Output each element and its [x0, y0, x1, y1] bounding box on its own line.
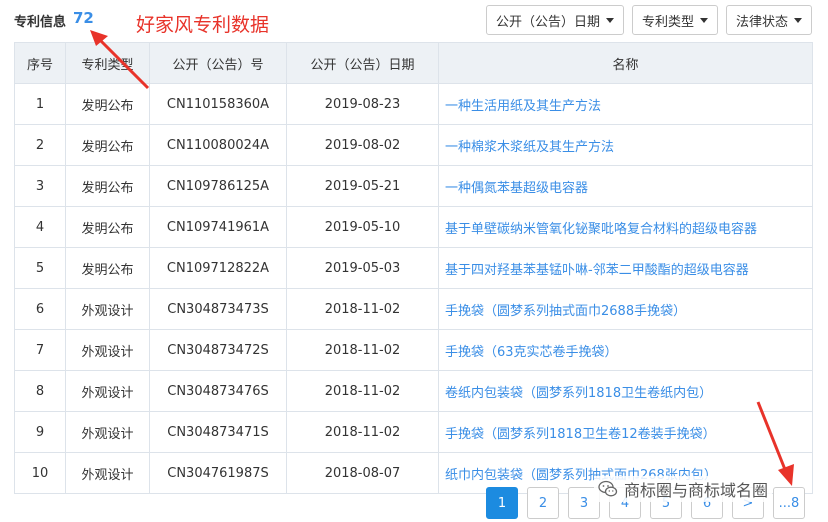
cell-date: 2019-05-21: [286, 165, 439, 207]
cell-number: CN109712822A: [149, 247, 287, 289]
filter-date-button[interactable]: 公开（公告）日期: [486, 5, 624, 35]
cell-number: CN304873472S: [149, 329, 287, 371]
cell-type: 外观设计: [65, 370, 150, 412]
col-header-date: 公开（公告）日期: [286, 42, 439, 84]
page-button-1[interactable]: 1: [486, 487, 518, 519]
cell-name[interactable]: 一种生活用纸及其生产方法: [438, 83, 813, 125]
cell-number: CN109786125A: [149, 165, 287, 207]
patent-table: 序号 专利类型 公开（公告）号 公开（公告）日期 名称 1 发明公布 CN11015…: [14, 42, 813, 494]
col-header-name: 名称: [438, 42, 813, 84]
cell-number: CN110080024A: [149, 124, 287, 166]
cell-type: 发明公布: [65, 206, 150, 248]
table-row: 4 发明公布 CN109741961A 2019-05-10 基于单壁碳纳米管氧化铋聚吡…: [14, 206, 813, 248]
cell-date: 2019-08-02: [286, 124, 439, 166]
cell-date: 2019-08-23: [286, 83, 439, 125]
cell-index: 9: [14, 411, 66, 453]
filter-status-button[interactable]: 法律状态: [726, 5, 812, 35]
caret-down-icon: [794, 17, 802, 23]
cell-index: 4: [14, 206, 66, 248]
cell-name[interactable]: 手挽袋（圆梦系列抽式面巾2688手挽袋）: [438, 288, 813, 330]
filter-date-label: 公开（公告）日期: [495, 14, 600, 30]
page-button-2[interactable]: 2: [527, 487, 559, 519]
cell-number: CN110158360A: [149, 83, 287, 125]
cell-index: 3: [14, 165, 66, 207]
header: 专利信息 72 好家风专利数据 公开（公告）日期 专利类型 法律状态: [0, 0, 828, 42]
cell-index: 1: [14, 83, 66, 125]
cell-type: 发明公布: [65, 83, 150, 125]
table-row: 3 发明公布 CN109786125A 2019-05-21 一种偶氮苯基超级电容器: [14, 165, 813, 207]
table-row: 8 外观设计 CN304873476S 2018-11-02 卷纸内包装袋（圆梦系列18…: [14, 370, 813, 412]
filter-type-label: 专利类型: [641, 14, 694, 30]
watermark-text: 商标圈与商标域名圈: [624, 481, 769, 500]
cell-type: 外观设计: [65, 329, 150, 371]
watermark: 商标圈与商标域名圈: [594, 476, 773, 502]
cell-type: 外观设计: [65, 452, 150, 494]
cell-name[interactable]: 基于单壁碳纳米管氧化铋聚吡咯复合材料的超级电容器: [438, 206, 813, 248]
table-row: 2 发明公布 CN110080024A 2019-08-02 一种棉浆木浆纸及其生产方法: [14, 124, 813, 166]
table-row: 9 外观设计 CN304873471S 2018-11-02 手挽袋（圆梦系列1818卫…: [14, 411, 813, 453]
cell-name[interactable]: 卷纸内包装袋（圆梦系列1818卫生卷纸内包）: [438, 370, 813, 412]
cell-name[interactable]: 手挽袋（63克实芯卷手挽袋）: [438, 329, 813, 371]
page-last-button[interactable]: ...8: [773, 487, 805, 519]
cell-name[interactable]: 一种偶氮苯基超级电容器: [438, 165, 813, 207]
cell-type: 发明公布: [65, 247, 150, 289]
cell-index: 6: [14, 288, 66, 330]
table-header-row: 序号 专利类型 公开（公告）号 公开（公告）日期 名称: [14, 42, 813, 84]
table-row: 1 发明公布 CN110158360A 2019-08-23 一种生活用纸及其生产方法: [14, 83, 813, 125]
cell-date: 2018-08-07: [286, 452, 439, 494]
caret-down-icon: [700, 17, 708, 23]
col-header-number: 公开（公告）号: [149, 42, 287, 84]
cell-number: CN304761987S: [149, 452, 287, 494]
cell-number: CN304873476S: [149, 370, 287, 412]
cell-date: 2018-11-02: [286, 288, 439, 330]
table-row: 7 外观设计 CN304873472S 2018-11-02 手挽袋（63克实芯卷手挽袋…: [14, 329, 813, 371]
cell-date: 2018-11-02: [286, 411, 439, 453]
cell-date: 2018-11-02: [286, 329, 439, 371]
patent-count: 72: [73, 9, 94, 27]
table-row: 6 外观设计 CN304873473S 2018-11-02 手挽袋（圆梦系列抽式面巾2…: [14, 288, 813, 330]
cell-date: 2019-05-03: [286, 247, 439, 289]
filter-type-button[interactable]: 专利类型: [632, 5, 718, 35]
cell-type: 发明公布: [65, 165, 150, 207]
cell-index: 2: [14, 124, 66, 166]
cell-name[interactable]: 一种棉浆木浆纸及其生产方法: [438, 124, 813, 166]
wechat-icon: [598, 480, 618, 497]
table-body: 1 发明公布 CN110158360A 2019-08-23 一种生活用纸及其生产方法 2…: [14, 83, 813, 494]
cell-type: 外观设计: [65, 411, 150, 453]
filter-status-label: 法律状态: [735, 14, 788, 30]
cell-type: 发明公布: [65, 124, 150, 166]
cell-index: 7: [14, 329, 66, 371]
cell-index: 8: [14, 370, 66, 412]
col-header-type: 专利类型: [65, 42, 150, 84]
section-title: 专利信息: [14, 15, 67, 30]
col-header-index: 序号: [14, 42, 66, 84]
cell-date: 2018-11-02: [286, 370, 439, 412]
annotation-title: 好家风专利数据: [136, 14, 270, 36]
cell-date: 2019-05-10: [286, 206, 439, 248]
table-row: 5 发明公布 CN109712822A 2019-05-03 基于四对羟基苯基锰卟啉-邻…: [14, 247, 813, 289]
caret-down-icon: [606, 17, 614, 23]
cell-index: 5: [14, 247, 66, 289]
cell-name[interactable]: 手挽袋（圆梦系列1818卫生卷12卷装手挽袋）: [438, 411, 813, 453]
cell-number: CN109741961A: [149, 206, 287, 248]
cell-number: CN304873471S: [149, 411, 287, 453]
cell-index: 10: [14, 452, 66, 494]
cell-name[interactable]: 基于四对羟基苯基锰卟啉-邻苯二甲酸酯的超级电容器: [438, 247, 813, 289]
cell-number: CN304873473S: [149, 288, 287, 330]
cell-type: 外观设计: [65, 288, 150, 330]
